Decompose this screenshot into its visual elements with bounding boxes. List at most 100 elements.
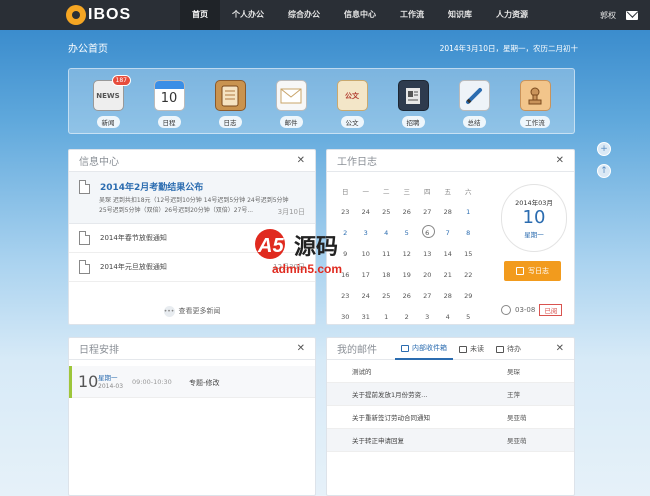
calendar-icon-day: 10: [160, 91, 178, 106]
calendar-day[interactable]: 24: [356, 292, 377, 300]
calendar-day[interactable]: 28: [438, 208, 459, 216]
work-log-header: 工作日志 ✕: [327, 150, 574, 172]
calendar-day[interactable]: 30: [335, 313, 356, 321]
plus-icon: +: [600, 144, 608, 154]
document-icon: [79, 231, 90, 245]
nav-item-personal-office[interactable]: 个人办公: [220, 0, 276, 30]
app-document[interactable]: 公文 公文: [335, 80, 369, 133]
calendar-day[interactable]: 23: [335, 292, 356, 300]
news-badge: 187: [111, 75, 131, 86]
close-icon[interactable]: ✕: [556, 343, 564, 354]
tab-unread[interactable]: 未读: [453, 338, 490, 360]
logo[interactable]: IBOS: [66, 4, 131, 26]
app-workflow[interactable]: 工作流: [518, 80, 552, 133]
top-navigation-bar: IBOS 首页 个人办公 综合办公 信息中心 工作流 知识库 人力资源 郭权: [0, 0, 650, 30]
calendar-day[interactable]: 26: [397, 208, 418, 216]
edit-icon: [516, 267, 524, 275]
close-icon[interactable]: ✕: [556, 155, 564, 166]
app-calendar[interactable]: 10 日程: [152, 80, 186, 133]
user-name-menu[interactable]: 郭权: [600, 10, 616, 21]
nav-item-hr[interactable]: 人力资源: [484, 0, 540, 30]
log-footer-date[interactable]: 03-08: [515, 306, 535, 314]
app-label-calendar: 日程: [157, 116, 181, 128]
user-area: 郭权: [600, 0, 638, 30]
calendar-week-row: 30 31 1 2 3 4 5: [335, 306, 495, 327]
calendar-day[interactable]: 27: [417, 208, 438, 216]
info-item-title[interactable]: 2014年春节放假通知: [100, 233, 167, 243]
mail-row[interactable]: 关于转正申请回复 吴亚萌: [327, 429, 574, 452]
calendar-day[interactable]: 3: [417, 313, 438, 321]
info-item-title[interactable]: 2014年元旦放假通知: [100, 262, 167, 272]
flag-icon: [496, 345, 504, 353]
watermark-url: admin5.com: [272, 262, 342, 276]
write-log-label: 写日志: [528, 267, 549, 275]
calendar-day[interactable]: 8: [458, 229, 479, 237]
app-diary[interactable]: 日志: [213, 80, 247, 133]
add-widget-button[interactable]: +: [597, 142, 611, 156]
calendar-day[interactable]: 1: [458, 208, 479, 216]
calendar-day[interactable]: 29: [458, 292, 479, 300]
calendar-day[interactable]: 14: [438, 250, 459, 258]
calendar-day[interactable]: 24: [356, 208, 377, 216]
mail-subject[interactable]: 关于提前发放1月份劳资...: [352, 389, 427, 399]
schedule-panel: 日程安排 ✕ 10 星期一 2014-03 09:00-10:30 专题-修改: [68, 337, 316, 496]
current-weekday: 星期一: [524, 231, 544, 239]
calendar-day[interactable]: 2: [397, 313, 418, 321]
logo-text: IBOS: [88, 6, 132, 23]
app-label-recruit: 招聘: [401, 116, 425, 128]
calendar-day[interactable]: 28: [438, 292, 459, 300]
calendar-weekday: 五: [444, 187, 452, 196]
schedule-entry-title[interactable]: 专题-修改: [189, 378, 220, 388]
mail-row[interactable]: 测试的 吴琛: [327, 360, 574, 383]
view-more-news-label: 查看更多新闻: [178, 307, 221, 315]
mail-row[interactable]: 关于提前发放1月份劳资... 王萍: [327, 383, 574, 406]
schedule-entry[interactable]: 10 星期一 2014-03 09:00-10:30 专题-修改: [69, 365, 315, 398]
close-icon[interactable]: ✕: [297, 343, 305, 354]
mail-subject[interactable]: 关于转正申请回复: [352, 435, 404, 445]
calendar-day[interactable]: 5: [458, 313, 479, 321]
info-featured-item[interactable]: 2014年2月考勤结果公布 3月10日 吴琛 迟到共扣18元（12号迟到10分钟…: [69, 172, 315, 224]
tab-inbox[interactable]: 内部收件箱: [395, 338, 453, 360]
calendar-day[interactable]: 7: [438, 229, 459, 237]
calendar-day[interactable]: 21: [438, 271, 459, 279]
calendar-day[interactable]: 22: [458, 271, 479, 279]
watermark-mark: A5: [257, 235, 284, 257]
view-more-news-button[interactable]: ••• 查看更多新闻: [69, 298, 315, 324]
calendar-day[interactable]: 25: [376, 292, 397, 300]
calendar-day[interactable]: 26: [397, 292, 418, 300]
scroll-top-button[interactable]: ↑: [597, 164, 611, 178]
current-year-month: 2014年03月: [515, 199, 553, 207]
calendar-icon-top: [154, 81, 184, 89]
log-footer: 03-08 已阅: [501, 304, 563, 316]
app-mail[interactable]: 邮件: [274, 80, 308, 133]
nav-item-home[interactable]: 首页: [180, 0, 220, 30]
nav-item-general-office[interactable]: 综合办公: [276, 0, 332, 30]
nav-item-info-center[interactable]: 信息中心: [332, 0, 388, 30]
calendar-day[interactable]: 4: [438, 313, 459, 321]
mail-subject[interactable]: 关于重新签订劳动合同通知: [352, 412, 430, 422]
nav-item-knowledge-base[interactable]: 知识库: [436, 0, 484, 30]
calendar-day-selected[interactable]: 6: [417, 224, 438, 238]
calendar-weekday: 日: [342, 187, 349, 196]
calendar-day[interactable]: 23: [335, 208, 356, 216]
calendar-week-row: 23 24 25 26 27 28 29: [335, 285, 495, 306]
calendar-day[interactable]: 27: [417, 292, 438, 300]
app-recruit[interactable]: 招聘: [396, 80, 430, 133]
calendar-day[interactable]: 20: [417, 271, 438, 279]
mail-subject[interactable]: 测试的: [352, 366, 372, 376]
write-log-button[interactable]: 写日志: [504, 261, 561, 281]
mail-row[interactable]: 关于重新签订劳动合同通知 吴亚萌: [327, 406, 574, 429]
nav-item-workflow[interactable]: 工作流: [388, 0, 436, 30]
calendar-day[interactable]: 31: [356, 313, 377, 321]
calendar-day[interactable]: 15: [458, 250, 479, 258]
calendar-day[interactable]: 1: [376, 313, 397, 321]
document-icon: [79, 260, 90, 274]
calendar-day[interactable]: 25: [376, 208, 397, 216]
app-summary[interactable]: 总结: [457, 80, 491, 133]
calendar-day[interactable]: 13: [417, 250, 438, 258]
app-label-document: 公文: [340, 116, 364, 128]
app-news[interactable]: NEWS 187 新闻: [91, 75, 131, 133]
close-icon[interactable]: ✕: [297, 155, 305, 166]
mail-icon[interactable]: [626, 10, 638, 20]
tab-todo[interactable]: 待办: [490, 338, 527, 360]
